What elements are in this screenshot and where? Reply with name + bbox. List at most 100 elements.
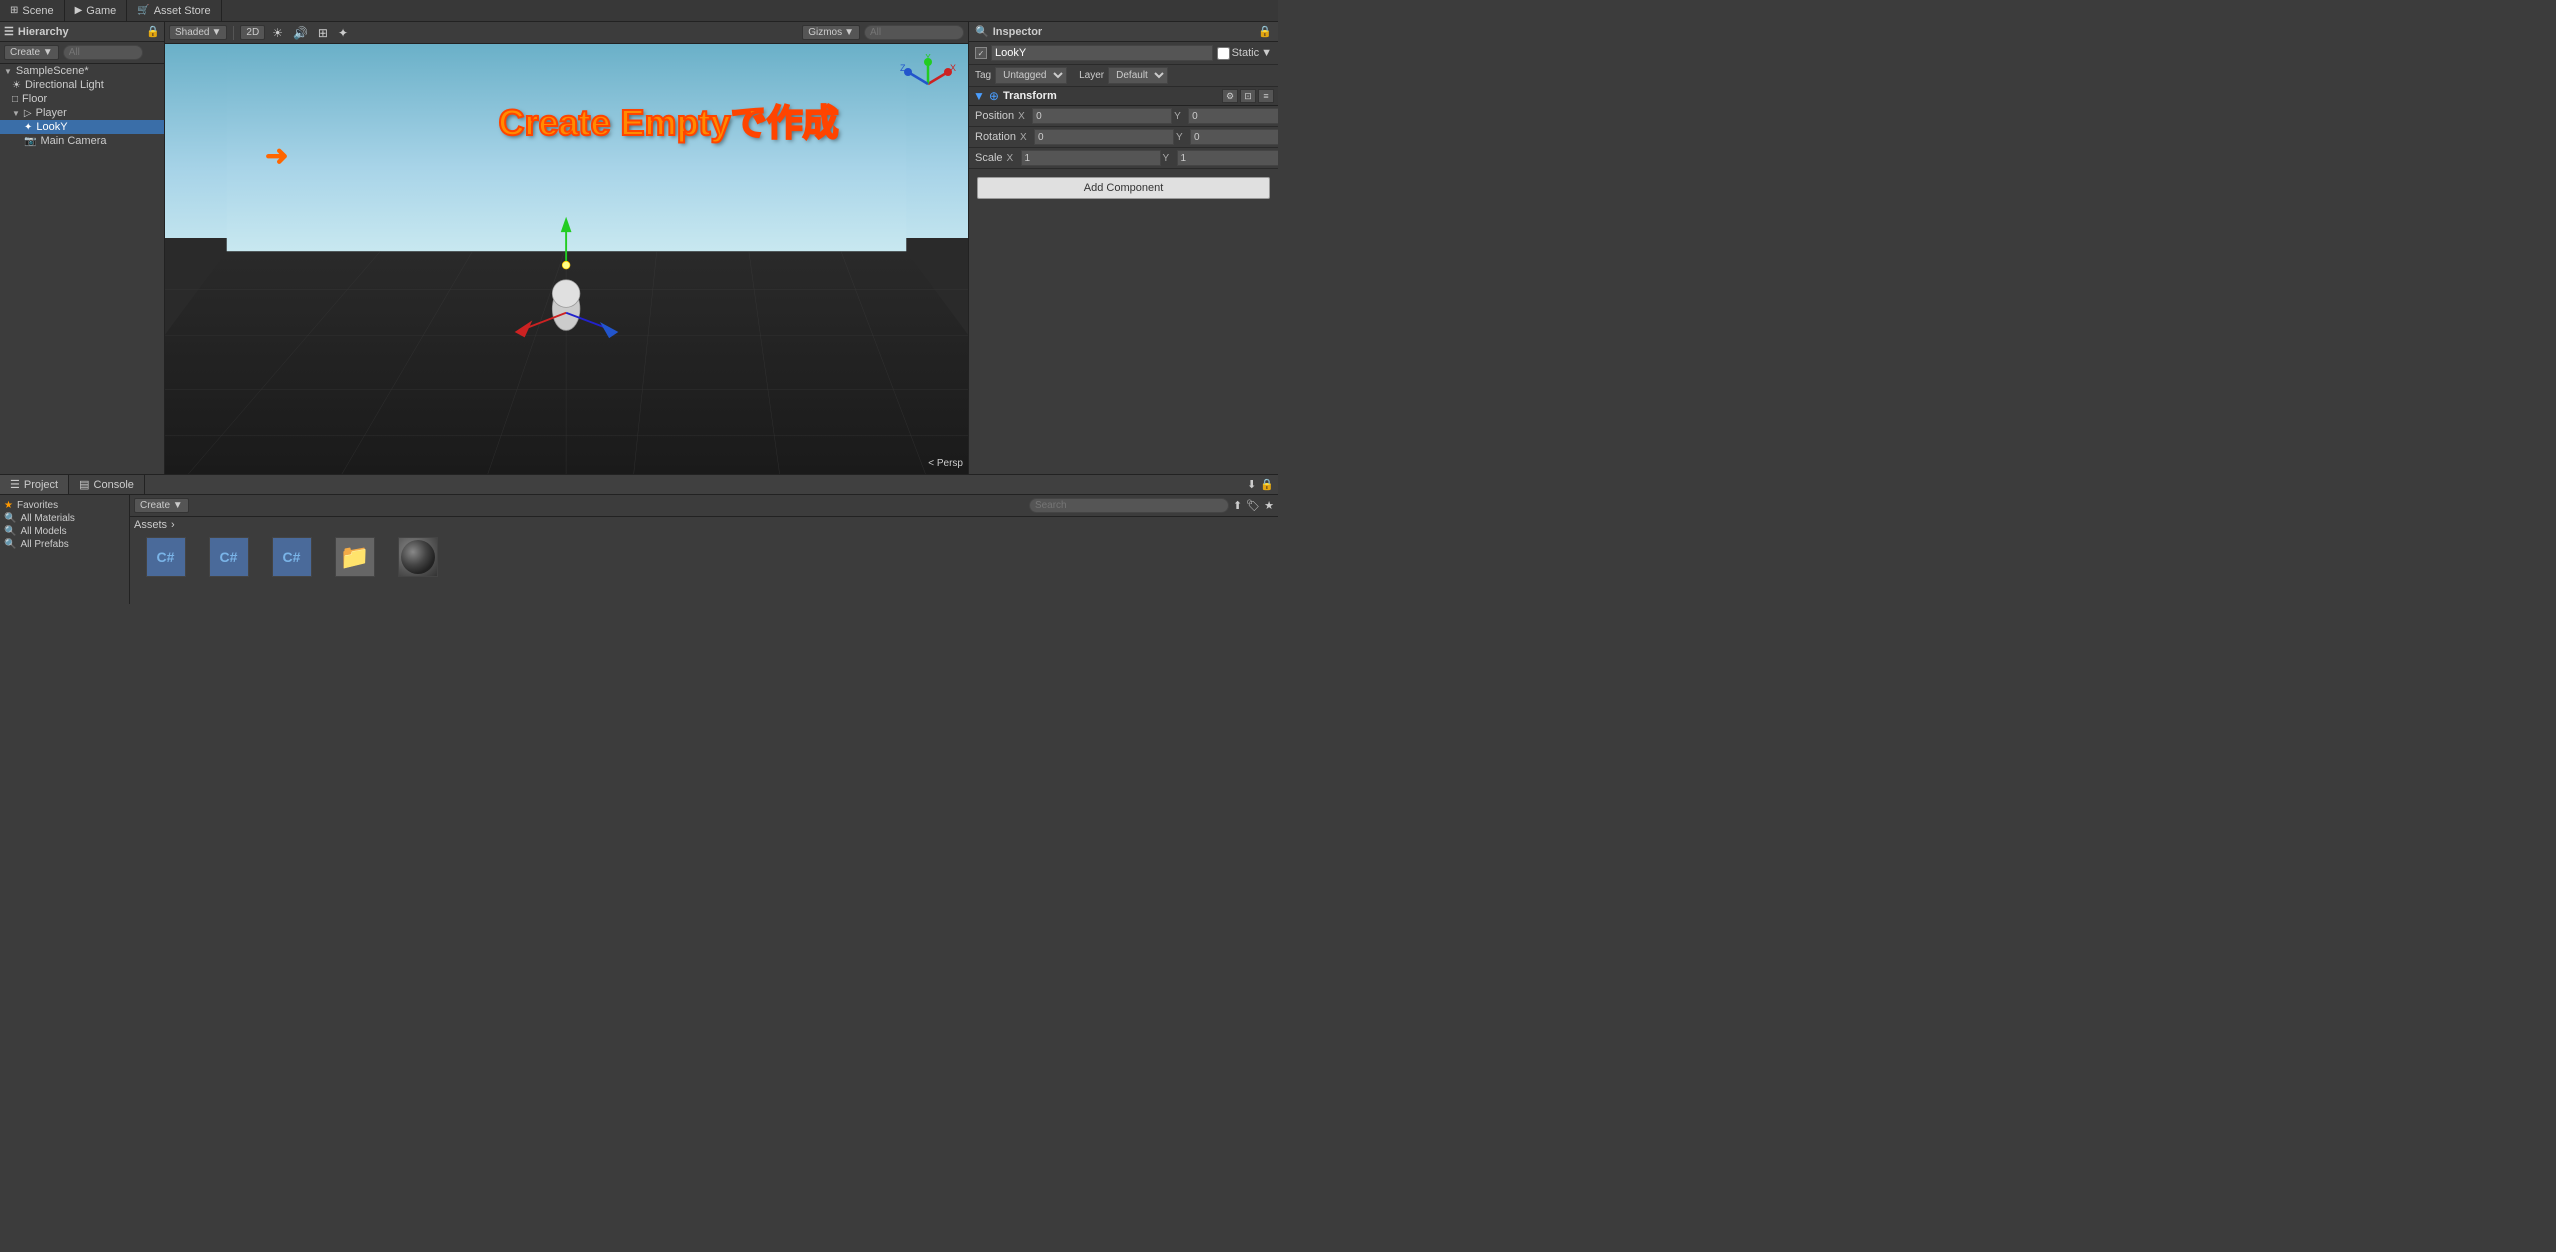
bookmark-icon[interactable]: 🏷 (1246, 499, 1260, 512)
hierarchy-search-input[interactable] (63, 45, 143, 60)
collapse-icon[interactable]: ⬇ (1247, 478, 1256, 491)
all-prefabs-item[interactable]: 🔍 All Prefabs (4, 538, 125, 551)
sx-label: X (1007, 153, 1019, 164)
assets-area: Create ▼ ⬆ 🏷 ★ Assets › C# C# (130, 495, 1278, 604)
favorites-label: Favorites (17, 500, 58, 511)
hierarchy-item-directional-light[interactable]: ☀ Directional Light (0, 78, 164, 92)
bottom-tabs: ☰ Project ▤ Console ⬇ 🔒 (0, 475, 1278, 495)
cs-file-icon-3: C# (272, 537, 312, 577)
transform-resize-icon[interactable]: ⊡ (1240, 89, 1256, 103)
transform-component-header[interactable]: ▼ ⊕ Transform ⚙ ⊡ ≡ (969, 87, 1278, 106)
tab-scene[interactable]: ⊞ Scene (0, 0, 65, 22)
inspector-obj-row: ✓ Static ▼ (969, 42, 1278, 65)
console-tab-label: Console (94, 479, 134, 491)
rotation-row: Rotation X Y Z (969, 127, 1278, 148)
upload-icon[interactable]: ⬆ (1233, 499, 1242, 512)
console-tab-icon: ▤ (79, 478, 89, 491)
gizmo-widget: X Y Z (898, 54, 958, 114)
layer-dropdown[interactable]: Default (1108, 67, 1168, 84)
shading-chevron-icon: ▼ (211, 27, 221, 38)
rotation-xyz-group: X Y Z (1020, 129, 1278, 145)
all-materials-item[interactable]: 🔍 All Materials (4, 512, 125, 525)
scene-view: Shaded ▼ 2D ☀ 🔊 ⊞ ✦ Gizmos ▼ (165, 22, 968, 474)
assets-toolbar: Create ▼ ⬆ 🏷 ★ (130, 495, 1278, 517)
asset-item-cs3[interactable]: C# (264, 537, 319, 579)
asset-item-cs2[interactable]: C# (201, 537, 256, 579)
hierarchy-item-floor[interactable]: □ Floor (0, 92, 164, 106)
scene-item-label: Floor (22, 93, 47, 105)
search-icon: 🔍 (4, 526, 16, 537)
search-icon: 🔍 (4, 513, 16, 524)
2d-button[interactable]: 2D (240, 25, 265, 40)
position-x-input[interactable] (1032, 108, 1172, 124)
hierarchy-item-looky[interactable]: ✦ LookY (0, 120, 164, 134)
gizmos-dropdown[interactable]: Gizmos ▼ (802, 25, 860, 40)
game-tab-icon: ▶ (75, 5, 83, 16)
tag-dropdown[interactable]: Untagged (995, 67, 1067, 84)
hierarchy-item-player[interactable]: ▼ ▷ Player (0, 106, 164, 120)
sun-icon[interactable]: ☀ (269, 26, 286, 40)
orange-arrow-icon: ➜ (265, 139, 288, 172)
player-icon: ▷ (24, 108, 32, 119)
static-label: Static (1232, 47, 1260, 59)
hierarchy-create-button[interactable]: Create ▼ (4, 45, 59, 60)
active-checkbox[interactable]: ✓ (975, 47, 987, 59)
scale-y-input[interactable] (1177, 150, 1278, 166)
tab-console[interactable]: ▤ Console (69, 475, 145, 494)
asset-item-folder[interactable]: 📁 (327, 537, 382, 579)
fav-icon[interactable]: ★ (1264, 499, 1274, 512)
rotation-x-input[interactable] (1034, 129, 1174, 145)
scene-item-label: SampleScene* (16, 65, 89, 77)
hierarchy-content: ▼ SampleScene* ☀ Directional Light □ Flo… (0, 64, 164, 474)
shading-dropdown[interactable]: Shaded ▼ (169, 25, 227, 40)
hierarchy-item-main-camera[interactable]: 📷 Main Camera (0, 134, 164, 148)
transform-menu-icon[interactable]: ≡ (1258, 89, 1274, 103)
transform-title: Transform (1003, 90, 1218, 102)
scene-canvas[interactable]: Create Emptyで作成 ➜ X Y Z (165, 44, 968, 474)
floor-icon: □ (12, 94, 18, 105)
asset-item-cs1[interactable]: C# (138, 537, 193, 579)
position-y-input[interactable] (1188, 108, 1278, 124)
scale-x-input[interactable] (1021, 150, 1161, 166)
static-dropdown-icon[interactable]: ▼ (1261, 47, 1272, 59)
scene-search-input[interactable] (864, 25, 964, 40)
cs-file-icon-1: C# (146, 537, 186, 577)
fx-icon[interactable]: ✦ (335, 26, 351, 40)
inspector-lock-icon[interactable]: 🔒 (1258, 25, 1272, 38)
assets-create-button[interactable]: Create ▼ (134, 498, 189, 513)
lock-icon[interactable]: 🔒 (1260, 478, 1274, 491)
path-arrow-icon: › (171, 519, 175, 531)
all-models-item[interactable]: 🔍 All Models (4, 525, 125, 538)
assets-search-input[interactable] (1029, 498, 1229, 513)
empty-icon: ✦ (24, 122, 32, 133)
tab-asset-store[interactable]: 🛒 Asset Store (127, 0, 221, 22)
hierarchy-item-samplescene[interactable]: ▼ SampleScene* (0, 64, 164, 78)
scene-item-label: LookY (36, 121, 67, 133)
transform-settings-icon[interactable]: ⚙ (1222, 89, 1238, 103)
add-component-button[interactable]: Add Component (977, 177, 1270, 199)
audio-icon[interactable]: 🔊 (290, 26, 311, 40)
tag-label: Tag (975, 70, 991, 81)
main-layout: ☰ Hierarchy 🔒 Create ▼ ▼ SampleScene* ☀ … (0, 22, 1278, 474)
overlay-icon[interactable]: ⊞ (315, 26, 331, 40)
tab-game[interactable]: ▶ Game (65, 0, 128, 22)
asset-store-tab-icon: 🛒 (137, 5, 149, 16)
tab-project[interactable]: ☰ Project (0, 475, 69, 494)
rotation-label: Rotation (975, 131, 1016, 143)
static-checkbox-input[interactable] (1217, 47, 1230, 60)
inspector-title: Inspector (993, 26, 1043, 38)
inspector-header: 🔍 Inspector 🔒 (969, 22, 1278, 42)
rotation-y-input[interactable] (1190, 129, 1278, 145)
assets-path: Assets › (130, 517, 1278, 533)
ry-label: Y (1176, 132, 1188, 143)
hierarchy-header: ☰ Hierarchy 🔒 (0, 22, 164, 42)
object-name-input[interactable] (991, 45, 1213, 61)
y-label: Y (1174, 111, 1186, 122)
asset-item-sphere[interactable] (390, 537, 445, 579)
project-sidebar: ★ Favorites 🔍 All Materials 🔍 All Models… (0, 495, 130, 604)
folder-icon: 📁 (335, 537, 375, 577)
gizmos-chevron-icon: ▼ (844, 27, 854, 38)
scene-toolbar: Shaded ▼ 2D ☀ 🔊 ⊞ ✦ Gizmos ▼ (165, 22, 968, 44)
favorites-header[interactable]: ★ Favorites (4, 499, 125, 512)
bottom-panel: ☰ Project ▤ Console ⬇ 🔒 ★ Favorites 🔍 Al… (0, 474, 1278, 604)
